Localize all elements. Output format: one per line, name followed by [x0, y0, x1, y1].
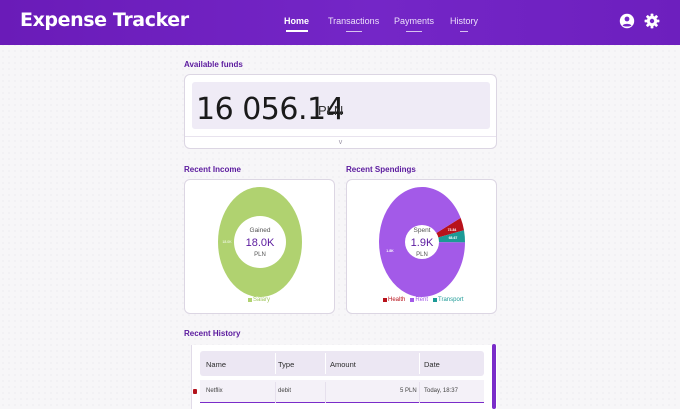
funds-card: 16 056.14 PLN v: [184, 74, 497, 149]
spendings-center-unit: PLN: [416, 252, 428, 258]
nav-history-underline: [460, 30, 468, 32]
gear-icon[interactable]: [644, 13, 660, 29]
row-date: Today, 18:37: [424, 388, 458, 394]
funds-expand-toggle[interactable]: v: [185, 136, 496, 148]
nav-payments-underline: [406, 30, 423, 32]
spendings-legend-label-transport: Transport: [438, 297, 464, 303]
spendings-donut-chart: 73.84 68.67 1.8K Spent 1.9K PLN: [379, 187, 465, 297]
history-scrollbar[interactable]: [492, 344, 496, 409]
income-legend: Salary: [248, 297, 270, 303]
column-divider: [325, 382, 326, 403]
table-row[interactable]: Netflix debit 5 PLN Today, 18:37: [200, 380, 484, 403]
column-divider: [275, 353, 276, 374]
spendings-legend-item-rent[interactable]: Rent: [410, 297, 428, 303]
spendings-slice-label-rent: 1.8K: [386, 249, 394, 253]
spendings-center-label: Spent: [414, 227, 431, 234]
nav-home[interactable]: Home: [284, 16, 310, 32]
column-header-date[interactable]: Date: [424, 360, 440, 369]
app-logo[interactable]: Expense Tracker: [20, 9, 189, 31]
legend-swatch-icon: [433, 298, 438, 302]
row-name: Netflix: [206, 388, 223, 394]
account-circle-icon[interactable]: [619, 13, 635, 29]
nav-history-label: History: [450, 16, 479, 26]
funds-currency: PLN: [318, 103, 344, 118]
spendings-card: 73.84 68.67 1.8K Spent 1.9K PLN Health R…: [346, 179, 497, 314]
nav-history[interactable]: History: [450, 16, 479, 32]
nav-transactions[interactable]: Transactions: [328, 16, 380, 32]
income-center-label: Gained: [250, 227, 271, 234]
funds-display: 16 056.14 PLN: [192, 82, 490, 129]
nav-home-label: Home: [284, 16, 310, 26]
income-legend-label: Salary: [253, 297, 271, 303]
column-header-name[interactable]: Name: [206, 360, 226, 369]
nav-home-underline: [285, 30, 308, 32]
income-center-value: 18.0K: [246, 237, 275, 249]
income-card: 18.0K Gained 18.0K PLN Salary: [184, 179, 335, 314]
nav-transactions-underline: [345, 30, 362, 32]
column-header-amount[interactable]: Amount: [330, 360, 356, 369]
app-header: Expense Tracker Home Transactions Paymen…: [0, 0, 680, 45]
row-type: debit: [278, 388, 292, 394]
nav-transactions-label: Transactions: [328, 16, 380, 26]
nav-payments[interactable]: Payments: [394, 16, 435, 32]
income-title: Recent Income: [184, 165, 241, 174]
chevron-down-icon: v: [338, 139, 343, 146]
column-divider: [275, 382, 276, 403]
spendings-slice-label-health: 73.84: [448, 228, 457, 232]
spendings-legend-label-health: Health: [388, 297, 406, 303]
row-indicator-icon: [193, 389, 197, 394]
income-slice-label-salary: 18.0K: [222, 240, 232, 244]
legend-swatch-icon: [248, 298, 252, 302]
column-header-type[interactable]: Type: [278, 360, 294, 369]
spendings-title: Recent Spendings: [346, 165, 416, 174]
spendings-legend-item-transport[interactable]: Transport: [433, 297, 463, 303]
spendings-legend: Health Rent Transport: [383, 297, 463, 303]
row-amount: 5 PLN: [400, 388, 417, 394]
nav-payments-label: Payments: [394, 16, 435, 26]
history-table-header: Name Type Amount Date: [200, 351, 484, 376]
income-center-unit: PLN: [254, 252, 266, 258]
funds-title: Available funds: [184, 60, 243, 69]
spendings-slice-label-transport: 68.67: [449, 236, 458, 240]
column-divider: [419, 353, 420, 374]
legend-swatch-icon: [410, 298, 415, 302]
income-donut-chart: 18.0K Gained 18.0K PLN: [218, 187, 302, 297]
history-title: Recent History: [184, 329, 241, 338]
spendings-center-value: 1.9K: [411, 237, 434, 249]
spendings-legend-label-rent: Rent: [415, 297, 429, 303]
income-legend-item-salary[interactable]: Salary: [248, 297, 270, 303]
column-divider: [325, 353, 326, 374]
legend-swatch-icon: [383, 298, 387, 302]
spendings-legend-item-health[interactable]: Health: [383, 297, 405, 303]
column-divider: [419, 382, 420, 403]
